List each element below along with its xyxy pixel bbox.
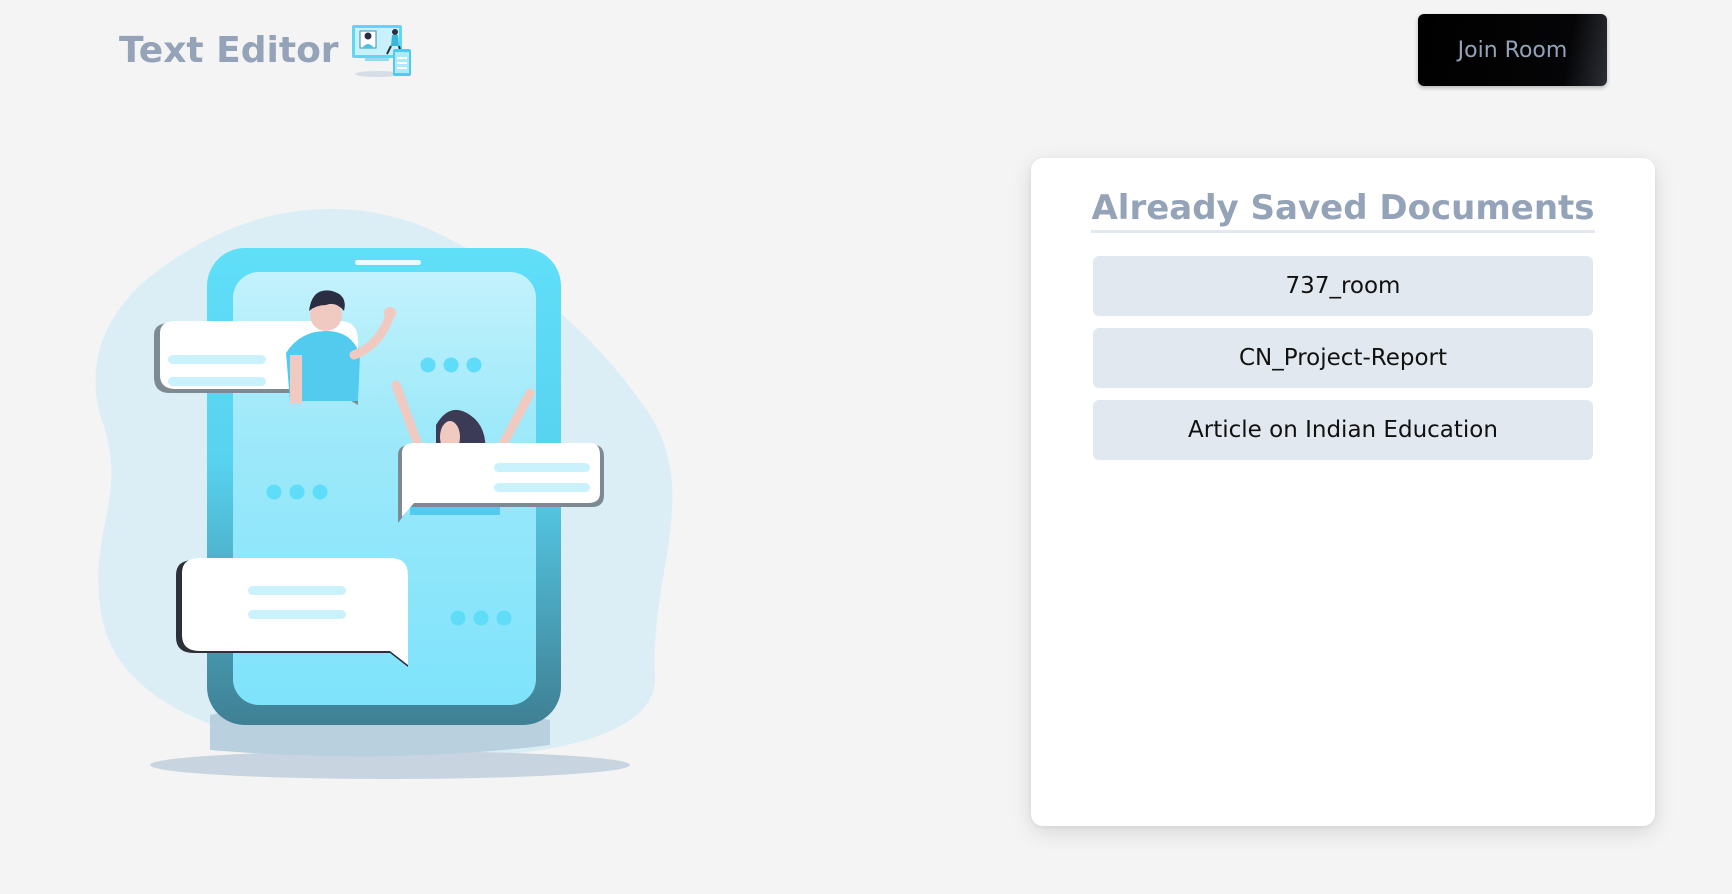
saved-documents-list: 737_room CN_Project-Report Article on In…	[1093, 256, 1593, 472]
app-title: Text Editor	[119, 29, 339, 71]
join-room-button[interactable]: Join Room	[1418, 14, 1607, 86]
brand: Text Editor	[119, 22, 413, 78]
document-item-737-room[interactable]: 737_room	[1093, 256, 1593, 316]
document-item-cn-project-report[interactable]: CN_Project-Report	[1093, 328, 1593, 388]
video-chat-logo-icon	[351, 25, 411, 77]
saved-documents-title: Already Saved Documents	[1091, 186, 1595, 233]
saved-documents-title-wrap: Already Saved Documents	[1031, 186, 1655, 233]
saved-documents-panel: Already Saved Documents 737_room CN_Proj…	[1031, 158, 1655, 826]
chat-phone-illustration	[95, 208, 673, 779]
document-item-article-indian-education[interactable]: Article on Indian Education	[1093, 400, 1593, 460]
